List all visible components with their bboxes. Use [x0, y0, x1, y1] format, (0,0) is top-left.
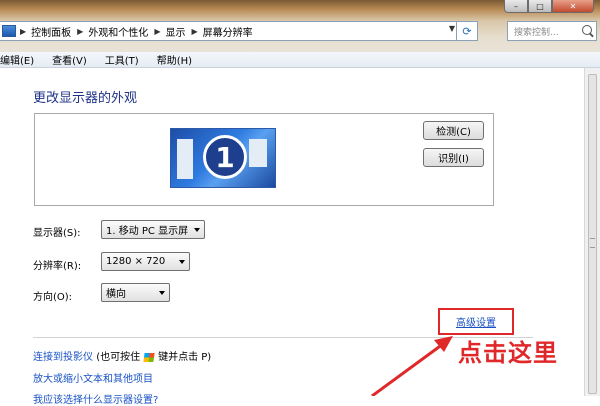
annotation-arrow-icon — [371, 336, 453, 396]
